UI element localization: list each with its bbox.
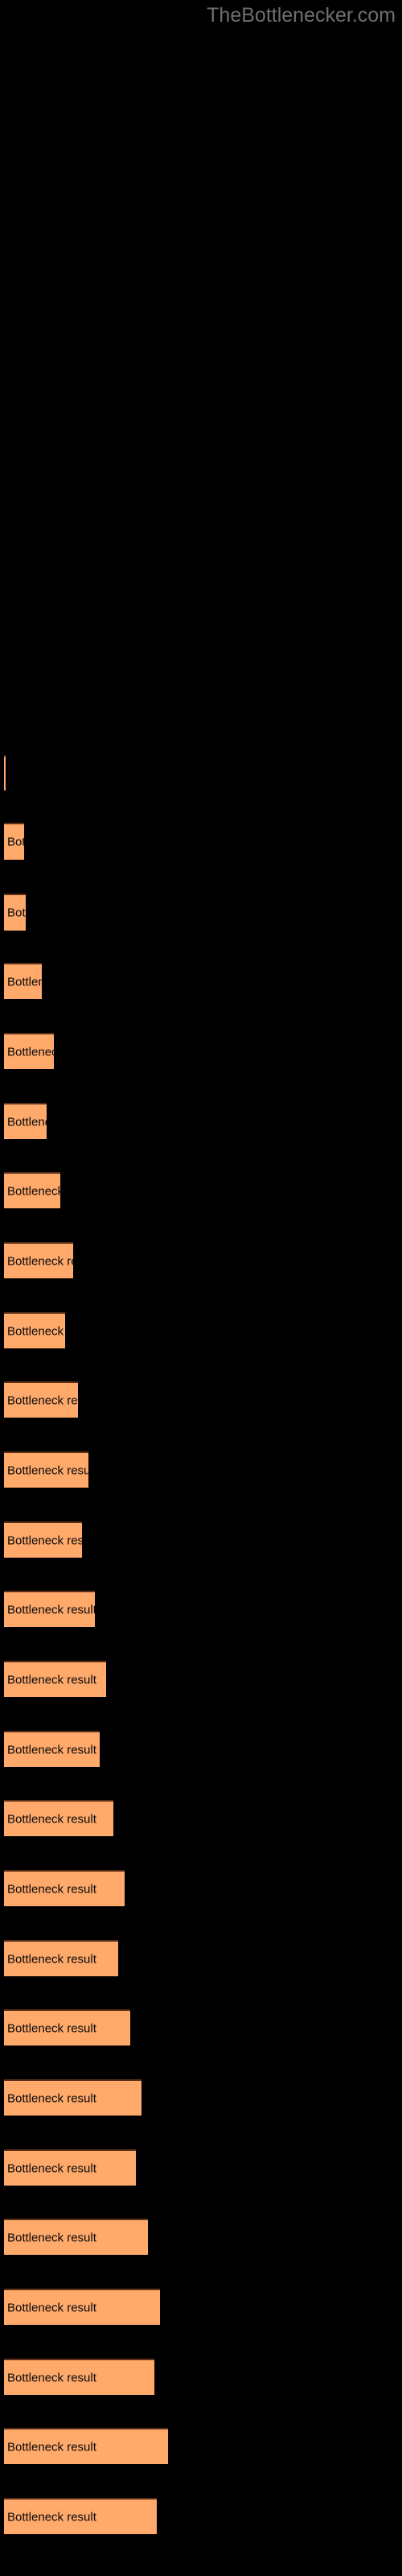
bar[interactable]: Bottleneck result: [4, 1800, 113, 1836]
bar-label: Bottleneck result: [7, 1045, 54, 1059]
bar-label: Bottleneck result: [7, 2231, 96, 2244]
bar-row: Bottleneck result: [0, 1521, 402, 1558]
chart-page: TheBottlenecker.com Bottleneck resultBot…: [0, 0, 402, 2576]
bar-row: Bottleneck result: [0, 1800, 402, 1836]
bar-row: Bottleneck result: [0, 1661, 402, 1697]
horizontal-bar-chart: Bottleneck result Bottleneck result Bottle…: [0, 0, 402, 2576]
bar[interactable]: Bottleneck result: [4, 2498, 157, 2534]
bar-label: Bottleneck result: [7, 1603, 95, 1616]
bar-row: Bottleneck result: [0, 1033, 402, 1069]
bar[interactable]: Bottleneck result: [4, 2359, 154, 2395]
bar[interactable]: Bottleneck result: [4, 1870, 125, 1906]
bar-row: Bottleneck result: [0, 2009, 402, 2046]
bar[interactable]: Bottleneck result: [4, 1591, 95, 1627]
bar[interactable]: Bottleneck result: [4, 2009, 130, 2046]
bar[interactable]: Bottleneck result: [4, 2219, 148, 2255]
bar[interactable]: Bottleneck result: [4, 1521, 82, 1558]
bar[interactable]: Bottleneck result: [4, 1312, 65, 1348]
bar[interactable]: Bottleneck result: [4, 823, 24, 860]
bar-label: Bottleneck result: [7, 1254, 73, 1268]
bar[interactable]: Bottleneck result: [4, 2428, 168, 2464]
bar-label: Bottleneck result: [7, 1812, 96, 1826]
bar-row: Bottleneck result: [0, 1312, 402, 1348]
bar-label: Bottleneck result: [7, 2440, 96, 2454]
bar-row: Bottleneck result: [0, 1870, 402, 1906]
bar-row: Bottleneck result: [0, 1591, 402, 1627]
bar-row: Bottleneck result: [0, 2219, 402, 2255]
bar[interactable]: Bottleneck result: [4, 1381, 78, 1418]
bar[interactable]: Bottleneck result: [4, 2079, 142, 2116]
bar-row: Bottleneck result: [0, 1242, 402, 1278]
bar-label: Bottleneck result: [7, 2510, 96, 2524]
bar-row: Bottleneck result: [0, 1940, 402, 1976]
bar[interactable]: Bottleneck result: [4, 1661, 106, 1697]
bar-label: Bottleneck result: [7, 2301, 96, 2314]
bar-label: Bottleneck result: [7, 906, 26, 920]
bar-label: Bottleneck result: [7, 1882, 96, 1896]
bar[interactable]: Bottleneck result: [4, 1103, 47, 1139]
bar-row: Bottleneck result: [0, 2428, 402, 2464]
bar-row: Bottleneck result: [0, 963, 402, 999]
bar[interactable]: Bottleneck result: [4, 1451, 88, 1488]
bar[interactable]: Bottleneck result: [4, 2149, 136, 2186]
bar-row: Bottleneck result: [0, 1731, 402, 1767]
bar-label: Bottleneck result: [7, 835, 24, 849]
bar-label: Bottleneck result: [7, 2091, 96, 2105]
bar-label: Bottleneck result: [7, 1952, 96, 1966]
bar-label: Bottleneck result: [7, 975, 42, 989]
bar-row: Bottleneck result: [0, 894, 402, 931]
bar-row: Bottleneck result: [0, 2359, 402, 2395]
bar-label: Bottleneck result: [7, 2161, 96, 2175]
bar[interactable]: Bottleneck result: [4, 1731, 100, 1767]
bar-row: Bottleneck result: [0, 1172, 402, 1208]
bar[interactable]: Bottleneck result: [4, 2289, 160, 2325]
bar-label: Bottleneck result: [7, 1534, 82, 1547]
bar-row: Bottleneck result: [0, 1103, 402, 1139]
bar-label: Bottleneck result: [7, 1463, 88, 1477]
bar-row: Bottleneck result: [0, 1451, 402, 1488]
bar[interactable]: Bottleneck result: [4, 1172, 60, 1208]
bar-label: Bottleneck result: [7, 1743, 96, 1757]
bar[interactable]: Bottleneck result: [4, 1940, 118, 1976]
bar[interactable]: Bottleneck result: [4, 1033, 54, 1069]
bar-label: Bottleneck result: [7, 1115, 47, 1129]
bar-row: Bottleneck result: [0, 2079, 402, 2116]
bar[interactable]: Bottleneck result: [4, 894, 26, 931]
bar-label: Bottleneck result: [7, 1324, 65, 1338]
bar[interactable]: Bottleneck result: [4, 755, 6, 791]
bar-row: Bottleneck result: [0, 2149, 402, 2186]
bar-row: Bottleneck result: [0, 823, 402, 860]
bar-row: Bottleneck result: [0, 2289, 402, 2325]
bar-label: Bottleneck result: [7, 2021, 96, 2035]
bar[interactable]: Bottleneck result: [4, 1242, 73, 1278]
bar-row: Bottleneck result: [0, 2498, 402, 2534]
bar-label: Bottleneck result: [7, 1673, 96, 1686]
bar-label: Bottleneck result: [7, 2371, 96, 2384]
bar-row: Bottleneck result: [0, 1381, 402, 1418]
bar-row: Bottleneck result: [0, 755, 402, 791]
bar[interactable]: Bottleneck result: [4, 963, 42, 999]
bar-label: Bottleneck result: [7, 1184, 60, 1198]
bar-label: Bottleneck result: [7, 1393, 78, 1407]
